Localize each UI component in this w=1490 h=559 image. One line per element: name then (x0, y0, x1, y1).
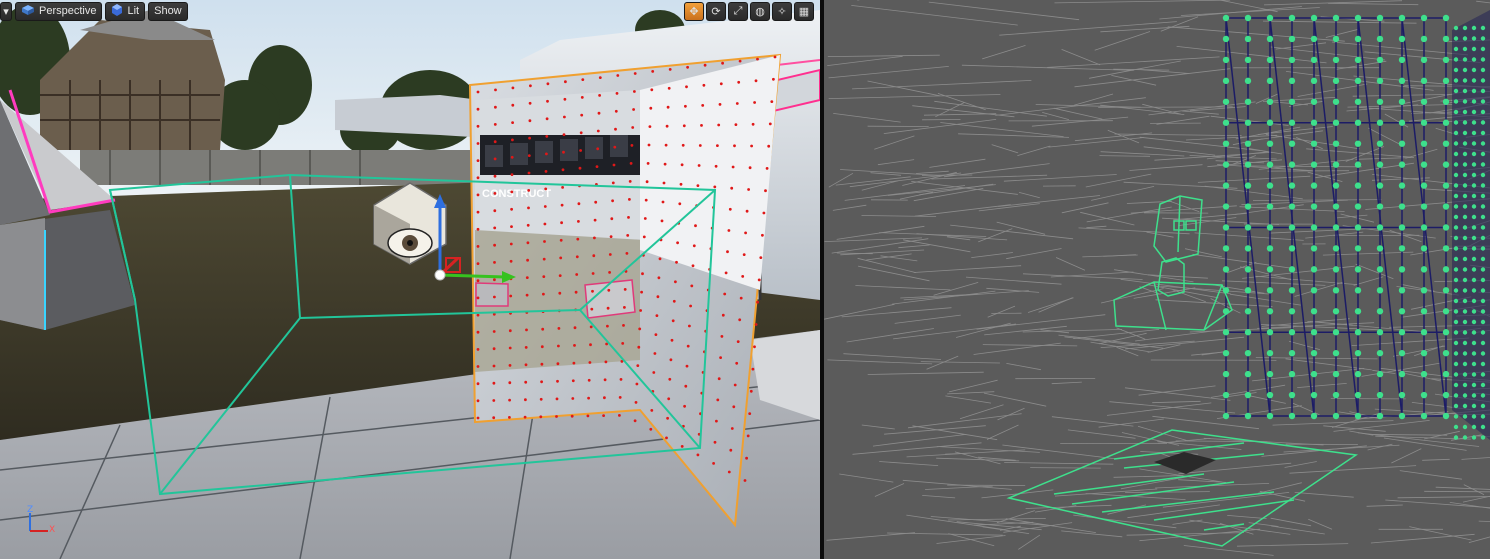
viewport-options-menu[interactable]: ▾ (0, 1, 12, 21)
axis-z-label: Z (27, 505, 34, 515)
scale-icon: ⤢ (733, 4, 743, 17)
lit-sphere-icon (111, 3, 123, 19)
construct-logo-text: CONSTRUCT (482, 188, 551, 200)
lit-button[interactable]: Lit (105, 1, 146, 21)
show-label: Show (154, 5, 182, 17)
lit-scene[interactable]: CONSTRUCT (0, 0, 820, 559)
scale-tool-button[interactable]: ⤢ (728, 1, 748, 21)
world-space-button[interactable]: ◍ (750, 1, 770, 21)
wireframe-scene[interactable] (824, 0, 1490, 559)
rotate-icon: ⟳ (711, 5, 721, 18)
axis-x-label: X (49, 525, 56, 535)
surface-snap-icon: ✧ (777, 5, 787, 18)
world-icon: ◍ (755, 5, 765, 18)
axis-indicator: Z X (18, 505, 58, 539)
right-viewport-wireframe[interactable] (824, 0, 1490, 559)
lit-label: Lit (127, 5, 140, 17)
right-wall-mesh (1452, 10, 1490, 440)
translate-tool-button[interactable]: ✥ (684, 1, 704, 21)
translate-icon: ✥ (689, 5, 699, 18)
gizmo-x-axis (439, 273, 506, 279)
grid-icon: ▦ (798, 5, 810, 18)
grid-snap-button[interactable]: ▦ (794, 1, 814, 21)
perspective-cube-icon (21, 4, 35, 19)
menu-arrow-icon: ▾ (3, 5, 9, 18)
left-viewport[interactable]: CONSTRUCT ▾ Perspective Lit Show ✥ ⟳ ⤢ ◍… (0, 0, 820, 559)
viewport-toolbar: ▾ Perspective Lit Show (0, 0, 188, 22)
transform-tools: ✥ ⟳ ⤢ ◍ ✧ ▦ (684, 0, 814, 22)
perspective-button[interactable]: Perspective (15, 1, 103, 21)
show-button[interactable]: Show (148, 1, 188, 21)
perspective-label: Perspective (39, 5, 97, 17)
rotate-tool-button[interactable]: ⟳ (706, 1, 726, 21)
surface-snap-button[interactable]: ✧ (772, 1, 792, 21)
